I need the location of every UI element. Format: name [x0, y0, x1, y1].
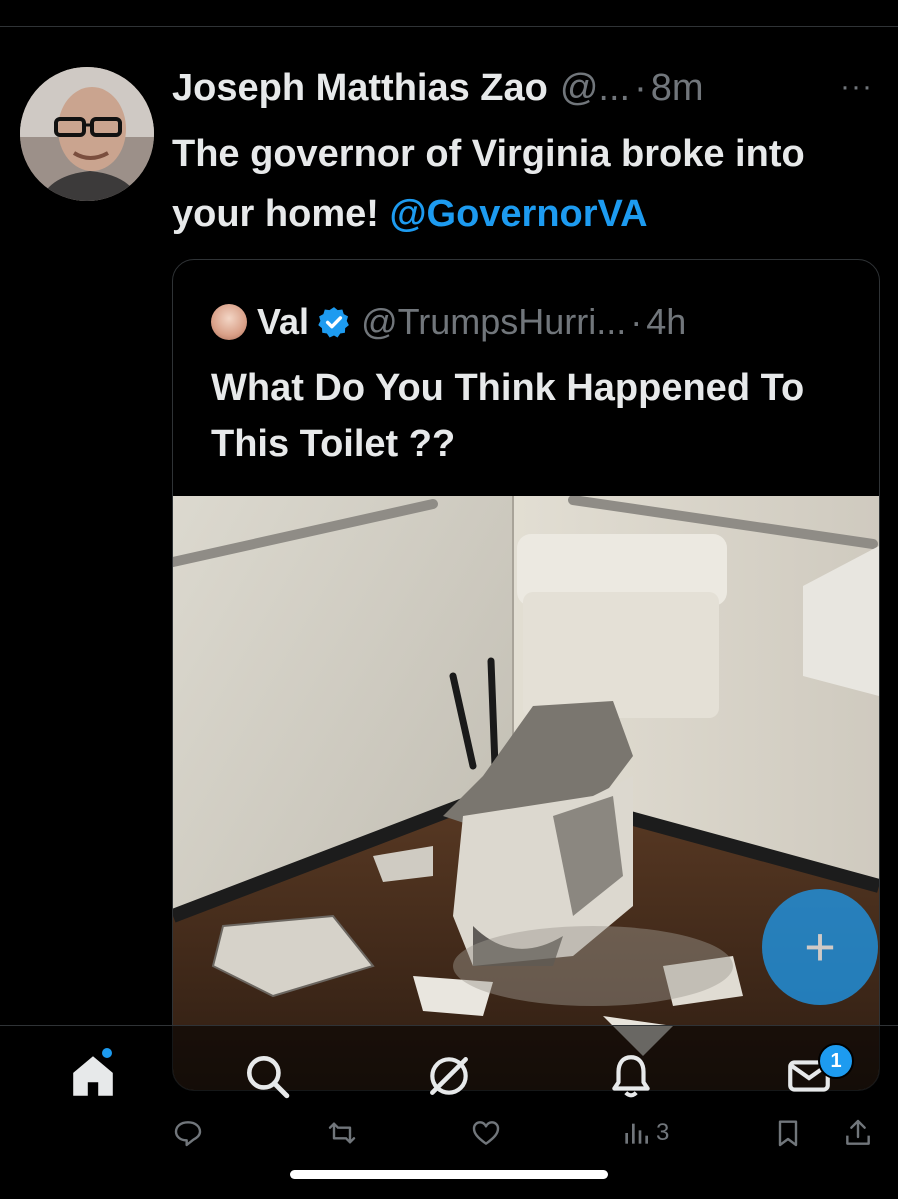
- home-tab[interactable]: [68, 1051, 118, 1101]
- tweet-text: The governor of Virginia broke into your…: [172, 124, 872, 244]
- quoted-text: What Do You Think Happened To This Toile…: [211, 367, 805, 465]
- quoted-author-name[interactable]: Val: [257, 301, 309, 343]
- grok-icon: [430, 1057, 468, 1095]
- author-handle[interactable]: @...: [560, 67, 630, 110]
- author-name[interactable]: Joseph Matthias Zao: [172, 67, 548, 110]
- messages-badge: 1: [818, 1043, 854, 1079]
- home-indicator[interactable]: [290, 1170, 608, 1179]
- share-button[interactable]: [842, 1113, 874, 1153]
- home-notification-dot: [102, 1048, 112, 1058]
- mention-link[interactable]: @GovernorVA: [389, 193, 647, 235]
- search-icon: [247, 1056, 290, 1099]
- bell-icon: [612, 1055, 650, 1098]
- more-options-icon[interactable]: ···: [840, 70, 873, 104]
- heart-icon: [472, 1121, 500, 1145]
- home-icon: [73, 1056, 113, 1096]
- views-icon: [625, 1123, 648, 1144]
- quoted-separator-dot: ·: [630, 301, 643, 342]
- top-divider: [0, 26, 898, 27]
- quoted-photo[interactable]: [173, 496, 879, 1090]
- quoted-author-handle[interactable]: @TrumpsHurri...: [361, 301, 626, 343]
- views-button[interactable]: 3: [620, 1113, 669, 1153]
- like-button[interactable]: [470, 1113, 502, 1153]
- views-count: 3: [656, 1119, 670, 1146]
- quoted-header: Val @TrumpsHurri... · 4h: [211, 300, 686, 344]
- bookmark-icon: [778, 1120, 798, 1147]
- verified-badge-icon: [318, 307, 349, 338]
- grok-tab[interactable]: [424, 1051, 474, 1101]
- reply-icon: [174, 1121, 202, 1147]
- repost-icon: [328, 1122, 356, 1144]
- bookmark-button[interactable]: [772, 1113, 804, 1153]
- search-tab[interactable]: [242, 1051, 292, 1101]
- quoted-author-avatar[interactable]: [211, 304, 247, 340]
- author-avatar[interactable]: [20, 67, 154, 201]
- separator-dot: ·: [634, 66, 647, 109]
- tweet-actions: 3: [0, 1113, 898, 1153]
- quoted-time[interactable]: 4h: [646, 301, 686, 343]
- notifications-tab[interactable]: [606, 1051, 656, 1101]
- share-icon: [846, 1119, 870, 1145]
- tweet-header: Joseph Matthias Zao @... · 8m: [172, 62, 704, 114]
- compose-button[interactable]: +: [762, 889, 878, 1005]
- reply-button[interactable]: [172, 1113, 204, 1153]
- repost-button[interactable]: [326, 1113, 358, 1153]
- tweet-time[interactable]: 8m: [651, 67, 704, 110]
